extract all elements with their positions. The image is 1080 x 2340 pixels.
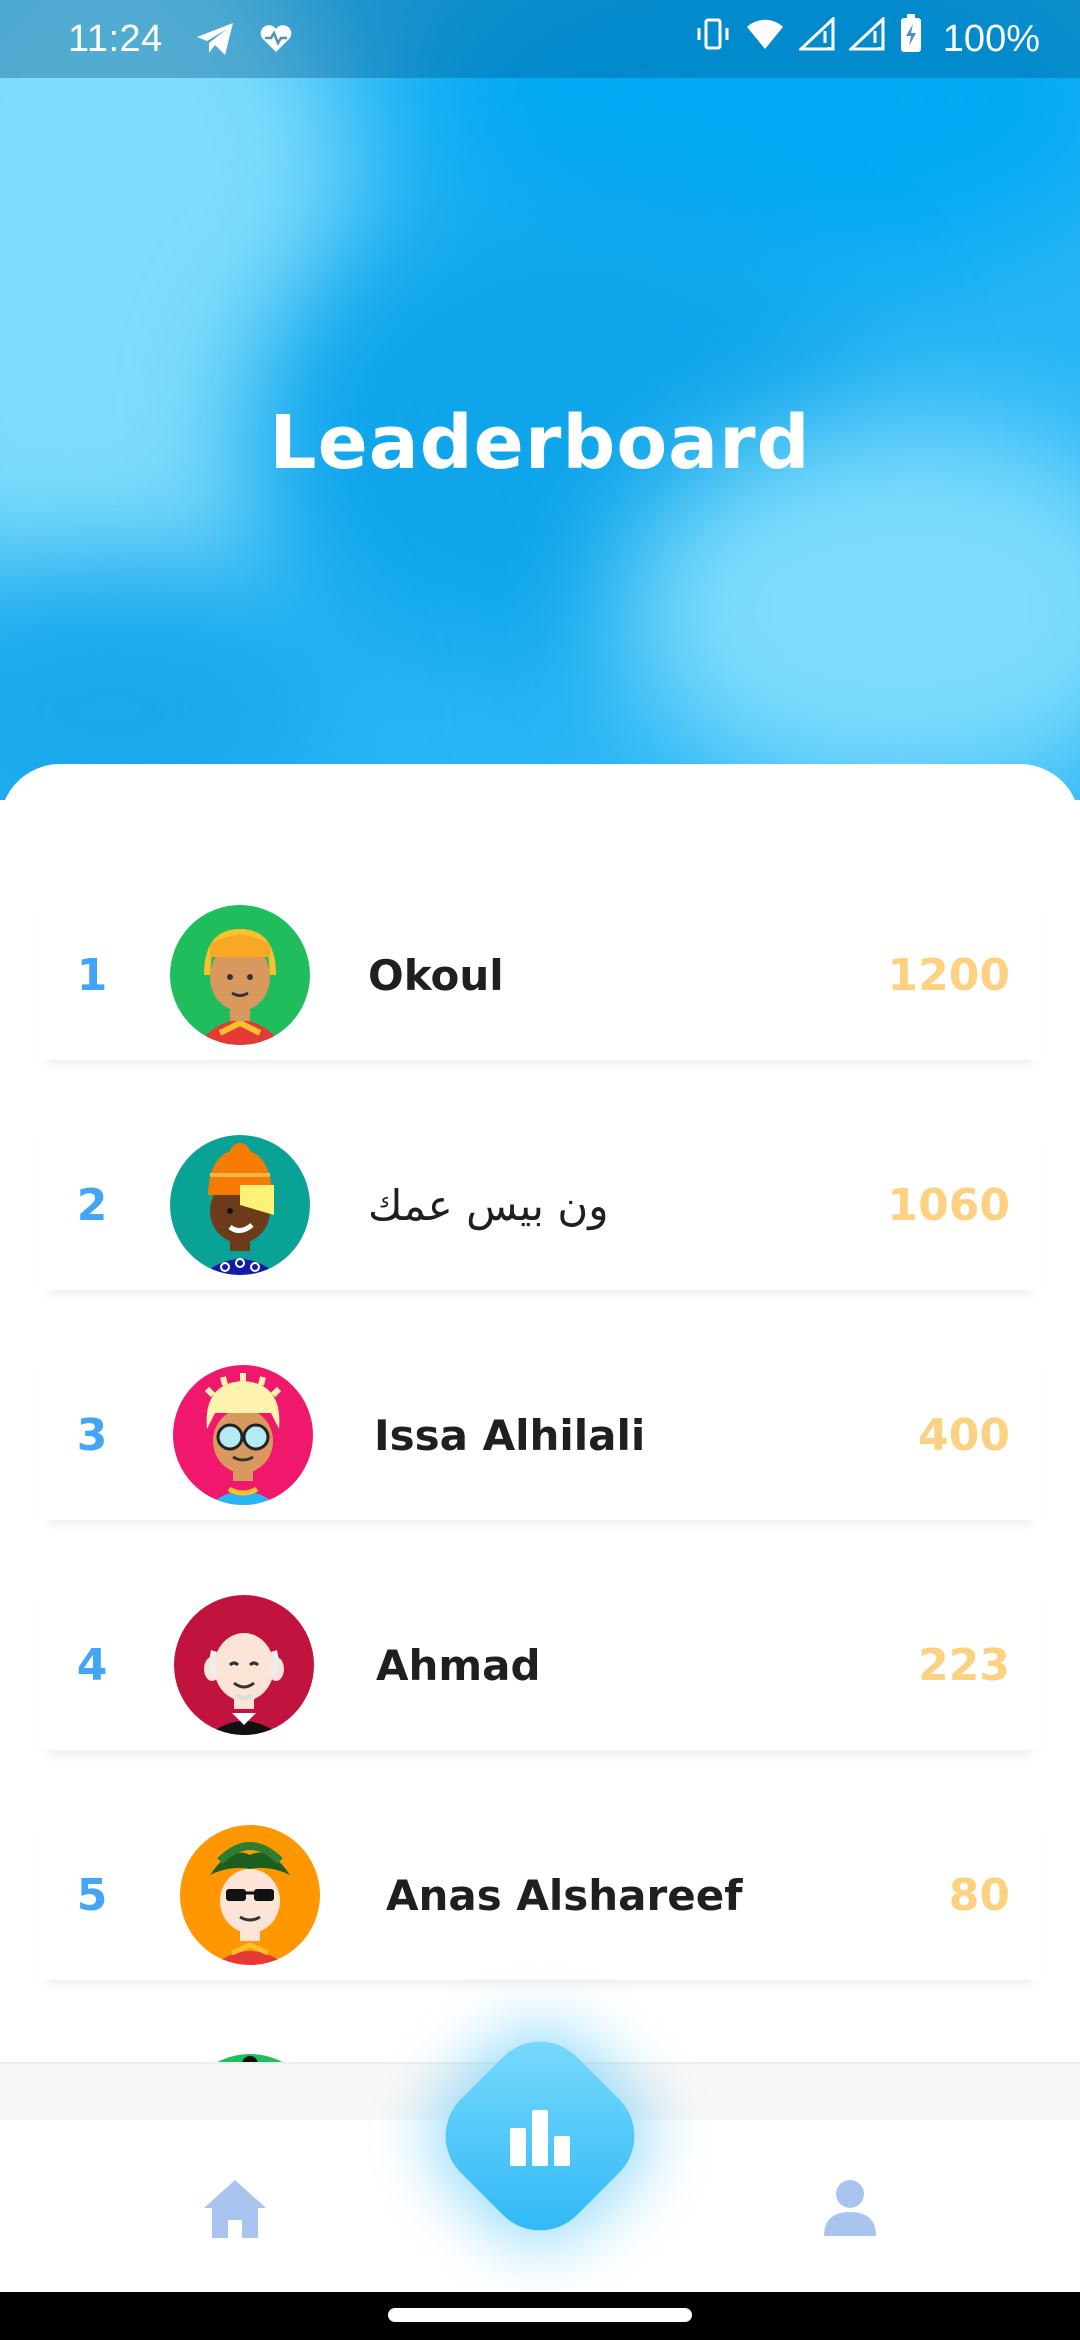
user-name: Issa Alhilali (374, 1410, 646, 1460)
user-score: 400 (918, 1409, 1010, 1461)
leaderboard-row[interactable]: 1 Okoul 1200 (40, 890, 1040, 1060)
avatar (174, 1595, 314, 1735)
home-gesture-handle[interactable] (388, 2308, 692, 2322)
leaderboard-list: 1 Okoul 1200 2 ون بيس عمك 1060 3 Issa Al… (0, 764, 1080, 2064)
status-time: 11:24 (68, 17, 163, 60)
wifi-icon (745, 17, 785, 61)
page-title: Leaderboard (269, 400, 811, 486)
vibrate-icon (695, 16, 731, 62)
leaderboard-row[interactable]: 3 Issa Alhilali 400 (40, 1350, 1040, 1520)
user-name: Ahmad (376, 1640, 541, 1690)
telegram-icon (195, 21, 235, 57)
home-icon[interactable] (200, 2176, 270, 2242)
rank-number: 4 (76, 1639, 108, 1691)
avatar (170, 1135, 310, 1275)
avatar (170, 905, 310, 1045)
rank-number: 3 (76, 1409, 108, 1461)
user-score: 1060 (887, 1179, 1010, 1231)
user-score: 80 (948, 1869, 1010, 1921)
rank-number: 2 (76, 1179, 108, 1231)
signal-icon (797, 15, 835, 61)
user-name: Anas Alshareef (386, 1870, 743, 1920)
rank-number: 1 (76, 949, 108, 1001)
user-score: 1200 (887, 949, 1010, 1001)
user-name: ون بيس عمك (368, 1180, 609, 1230)
system-gesture-bar (0, 2292, 1080, 2340)
avatar (180, 1825, 320, 1965)
signal-icon (847, 15, 885, 61)
rank-number: 5 (76, 1869, 108, 1921)
heart-pulse-icon (259, 24, 293, 54)
leaderboard-row[interactable]: 5 Anas Alshareef 80 (40, 1810, 1040, 1980)
profile-icon[interactable] (820, 2176, 880, 2240)
avatar (173, 1365, 313, 1505)
leaderboard-icon (508, 2106, 572, 2166)
user-name: Okoul (368, 950, 504, 1000)
battery-percent: 100% (942, 17, 1040, 60)
battery-charging-icon (899, 14, 923, 64)
status-bar: 11:24 100% (0, 0, 1080, 78)
leaderboard-row[interactable]: 2 ون بيس عمك 1060 (40, 1120, 1040, 1290)
user-score: 223 (918, 1639, 1010, 1691)
leaderboard-row[interactable]: 4 Ahmad 223 (40, 1580, 1040, 1750)
